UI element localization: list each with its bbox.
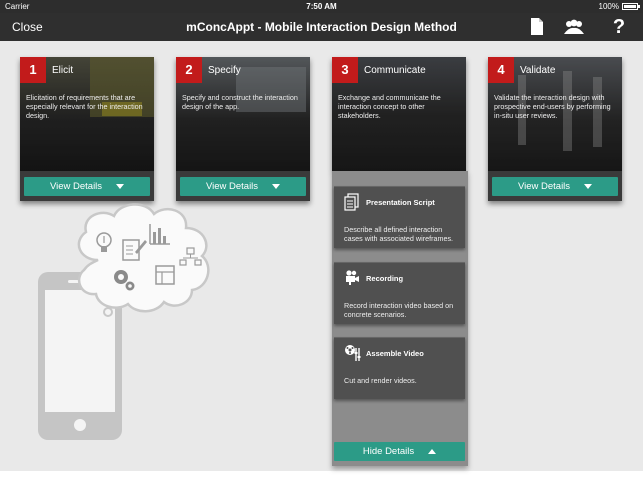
users-icon[interactable] <box>563 19 585 40</box>
phase-title: Communicate <box>364 65 426 76</box>
phase-title: Validate <box>520 65 556 76</box>
hide-details-wrapper: Hide Details <box>334 442 465 462</box>
chevron-down-icon <box>272 184 281 189</box>
phase-description: Validate the interaction design with pro… <box>494 93 611 120</box>
phase-card-validate: 4 Validate Validate the interaction desi… <box>488 57 622 201</box>
clock: 7:50 AM <box>306 2 337 11</box>
detail-title: Recording <box>366 274 404 283</box>
detail-item-assemble-video[interactable]: Assemble Video Cut and render videos. <box>334 337 465 399</box>
button-label: View Details <box>517 181 571 192</box>
svg-text:?: ? <box>613 16 625 37</box>
help-icon[interactable]: ? <box>612 15 626 42</box>
phase-description: Elicitation of requirements that are esp… <box>26 93 143 120</box>
phase-card-specify: 2 Specify Specify and construct the inte… <box>176 57 310 201</box>
chevron-down-icon <box>584 184 593 189</box>
view-details-button-specify[interactable]: View Details <box>180 177 306 196</box>
detail-title: Presentation Script <box>366 198 435 207</box>
phase-description: Specify and construct the interaction de… <box>182 93 298 111</box>
view-details-button-elicit[interactable]: View Details <box>24 177 150 196</box>
bottom-strip <box>0 471 643 482</box>
detail-description: Describe all defined interaction cases w… <box>344 225 454 243</box>
phase-title: Elicit <box>52 65 74 76</box>
page-title: mConcAppt - Mobile Interaction Design Me… <box>186 20 457 34</box>
view-details-button-validate[interactable]: View Details <box>492 177 618 196</box>
detail-item-recording[interactable]: Recording Record interaction video based… <box>334 262 465 324</box>
phase-card-communicate: 3 Communicate Exchange and communicate t… <box>332 57 466 171</box>
battery-icon <box>622 3 640 10</box>
phase-number: 3 <box>332 57 358 83</box>
detail-description: Record interaction video based on concre… <box>344 301 454 319</box>
film-edit-icon <box>344 344 362 367</box>
phase-number: 1 <box>20 57 46 83</box>
illustration <box>28 200 224 445</box>
button-label: Hide Details <box>362 446 415 457</box>
button-label: View Details <box>205 181 259 192</box>
phase-number: 2 <box>176 57 202 83</box>
video-camera-icon <box>344 269 360 290</box>
detail-item-presentation-script[interactable]: Presentation Script Describe all defined… <box>334 186 465 248</box>
phase-card-elicit: 1 Elicit Elicitation of requirements tha… <box>20 57 154 201</box>
status-bar: Carrier 7:50 AM 100% <box>0 0 643 13</box>
detail-title: Assemble Video <box>366 349 424 358</box>
phase-number: 4 <box>488 57 514 83</box>
battery-indicator: 100% <box>598 2 640 11</box>
phase-title: Specify <box>208 65 241 76</box>
nav-bar: Close mConcAppt - Mobile Interaction Des… <box>0 13 643 41</box>
detail-description: Cut and render videos. <box>344 376 417 385</box>
document-icon[interactable] <box>530 17 544 41</box>
document-stack-icon <box>344 193 360 216</box>
hide-details-button[interactable]: Hide Details <box>334 442 465 461</box>
battery-percent: 100% <box>598 2 619 11</box>
chevron-down-icon <box>116 184 125 189</box>
communicate-details-panel: Presentation Script Describe all defined… <box>332 171 468 466</box>
button-label: View Details <box>49 181 103 192</box>
chevron-up-icon <box>428 449 437 454</box>
phase-description: Exchange and communicate the interaction… <box>338 93 441 120</box>
